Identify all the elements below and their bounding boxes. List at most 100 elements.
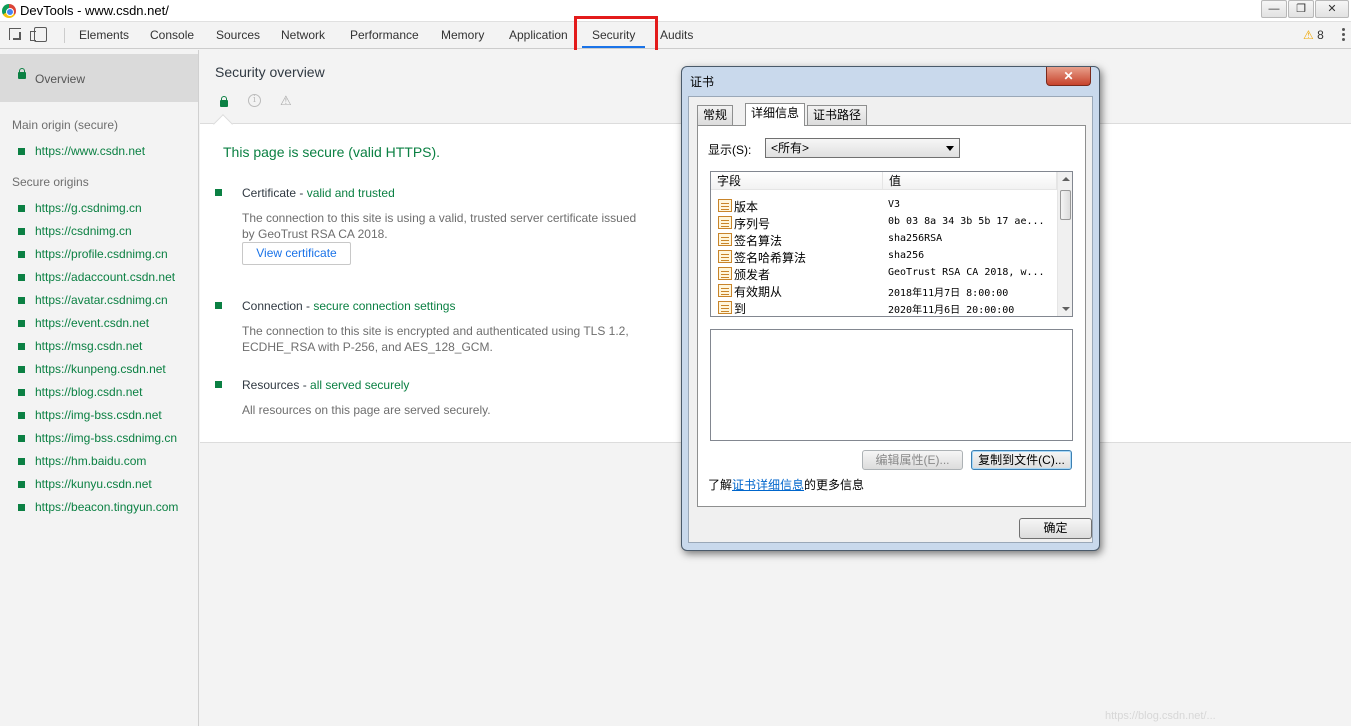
connection-section: Connection - secure connection settings … [215,299,665,359]
edit-properties-button[interactable]: 编辑属性(E)... [862,450,963,470]
secure-origin-icon [18,412,25,419]
tab-details[interactable]: 详细信息 [745,103,806,126]
table-row[interactable]: 版本 V3 [711,197,1057,214]
more-options-icon[interactable] [1342,28,1346,42]
ok-button[interactable]: 确定 [1019,518,1092,539]
certificate-field-icon [718,199,732,212]
show-select-value: <所有> [771,141,810,155]
field-value: V3 [888,199,901,210]
close-window-button[interactable]: ✕ [1315,0,1349,18]
cert-details-link[interactable]: 证书详细信息 [732,478,804,492]
security-summary: This page is secure (valid HTTPS). [223,144,441,160]
list-scrollbar[interactable] [1057,172,1072,316]
column-header-field[interactable]: 字段 [711,172,883,190]
certificate-section: Certificate - valid and trusted The conn… [215,186,665,276]
origin-label: https://kunyu.csdn.net [35,477,152,491]
column-header-value[interactable]: 值 [883,172,1057,190]
dialog-body: 常规 详细信息 证书路径 显示(S): <所有> 字段 值 版本 V3 序列号 0b … [688,96,1093,543]
field-value: GeoTrust RSA CA 2018, w... [888,267,1045,278]
dialog-close-button[interactable]: ✕ [1046,67,1091,86]
field-value: sha256 [888,250,925,261]
table-row[interactable]: 签名哈希算法 sha256 [711,248,1057,265]
field-value: sha256RSA [888,233,943,244]
scroll-down-icon[interactable] [1062,307,1070,311]
secure-status-icon [215,381,222,388]
secure-origin-icon [18,297,25,304]
table-row[interactable]: 有效期从 2018年11月7日 8:00:00 [711,282,1057,299]
origin-label: https://avatar.csdnimg.cn [35,293,168,307]
resources-status: all served securely [310,378,410,392]
table-row[interactable]: 到 2020年11月6日 20:00:00 [711,299,1057,316]
tab-performance[interactable]: Performance [350,22,419,49]
resources-description: All resources on this page are served se… [242,403,491,417]
copy-to-file-button[interactable]: 复制到文件(C)... [971,450,1072,470]
table-row[interactable]: 颁发者 GeoTrust RSA CA 2018, w... [711,265,1057,282]
tab-application[interactable]: Application [509,22,568,49]
origin-label: https://adaccount.csdn.net [35,270,176,284]
secure-origin-icon [18,366,25,373]
secure-origin-icon [18,504,25,511]
tab-audits[interactable]: Audits [660,22,693,49]
learn-more-text: 了解证书详细信息的更多信息 [708,476,864,493]
warnings-badge[interactable]: ⚠ 8 [1303,28,1324,42]
tab-console[interactable]: Console [150,22,194,49]
certificate-field-icon [718,301,732,314]
tab-network[interactable]: Network [281,22,325,49]
table-row[interactable]: 签名算法 sha256RSA [711,231,1057,248]
certificate-title: Certificate - valid and trusted [242,186,395,200]
connection-status: secure connection settings [313,299,456,313]
field-name: 序列号 [734,217,771,231]
tab-memory[interactable]: Memory [441,22,484,49]
main-origin-heading: Main origin (secure) [12,118,119,132]
inspect-element-icon[interactable] [9,28,21,40]
field-detail-box[interactable] [710,329,1073,441]
secure-origins-heading: Secure origins [12,175,89,189]
restore-button[interactable]: ❐ [1288,0,1314,18]
active-tab-indicator [582,46,646,48]
sidebar-item-overview[interactable]: Overview [0,54,198,102]
warning-icon: ⚠ [280,93,292,108]
secure-origin-icon [18,389,25,396]
scroll-thumb[interactable] [1060,190,1071,220]
info-icon: i [248,94,261,107]
tab-general[interactable]: 常规 [697,105,734,125]
details-panel: 显示(S): <所有> 字段 值 版本 V3 序列号 0b 03 8a 34 3b 5… [697,125,1086,507]
sidebar-overview-label: Overview [35,72,86,86]
show-select[interactable]: <所有> [765,138,960,158]
field-name: 到 [734,302,747,316]
field-name: 颁发者 [734,268,771,282]
tab-cert-path[interactable]: 证书路径 [807,105,868,125]
tab-sources[interactable]: Sources [216,22,260,49]
secure-origin-icon [18,251,25,258]
certificate-field-icon [718,250,732,263]
devtools-toolbar: Elements Console Sources Network Perform… [0,22,1351,49]
secure-origin-icon [18,148,25,155]
tab-security-label: Security [592,28,636,42]
origin-label: https://hm.baidu.com [35,454,147,468]
chevron-down-icon [946,146,954,151]
minimize-button[interactable]: — [1261,0,1287,18]
field-value: 2018年11月7日 8:00:00 [888,288,1009,299]
tab-security[interactable]: Security [582,22,646,49]
scroll-up-icon[interactable] [1062,177,1070,181]
fields-list[interactable]: 字段 值 版本 V3 序列号 0b 03 8a 34 3b 5b 17 ae... 签名… [710,171,1073,317]
table-row[interactable]: 序列号 0b 03 8a 34 3b 5b 17 ae... [711,214,1057,231]
origin-label: https://beacon.tingyun.com [35,500,179,514]
device-toolbar-icon[interactable] [30,27,47,42]
certificate-status: valid and trusted [306,186,395,200]
field-name: 签名算法 [734,234,783,248]
dialog-title: 证书 [690,75,715,89]
view-certificate-button[interactable]: View certificate [242,242,351,265]
secure-origin-icon [18,343,25,350]
connection-description: The connection to this site is encrypted… [242,324,629,354]
connection-title: Connection - secure connection settings [242,299,455,313]
secure-origin-icon [18,481,25,488]
toolbar-divider [64,28,65,43]
tab-elements[interactable]: Elements [79,22,129,49]
warning-icon: ⚠ [1303,28,1314,42]
certificate-field-icon [718,233,732,246]
origin-label: https://img-bss.csdn.net [35,408,162,422]
page-title: Security overview [215,64,325,80]
origin-label: https://g.csdnimg.cn [35,201,142,215]
origin-label: https://event.csdn.net [35,316,150,330]
